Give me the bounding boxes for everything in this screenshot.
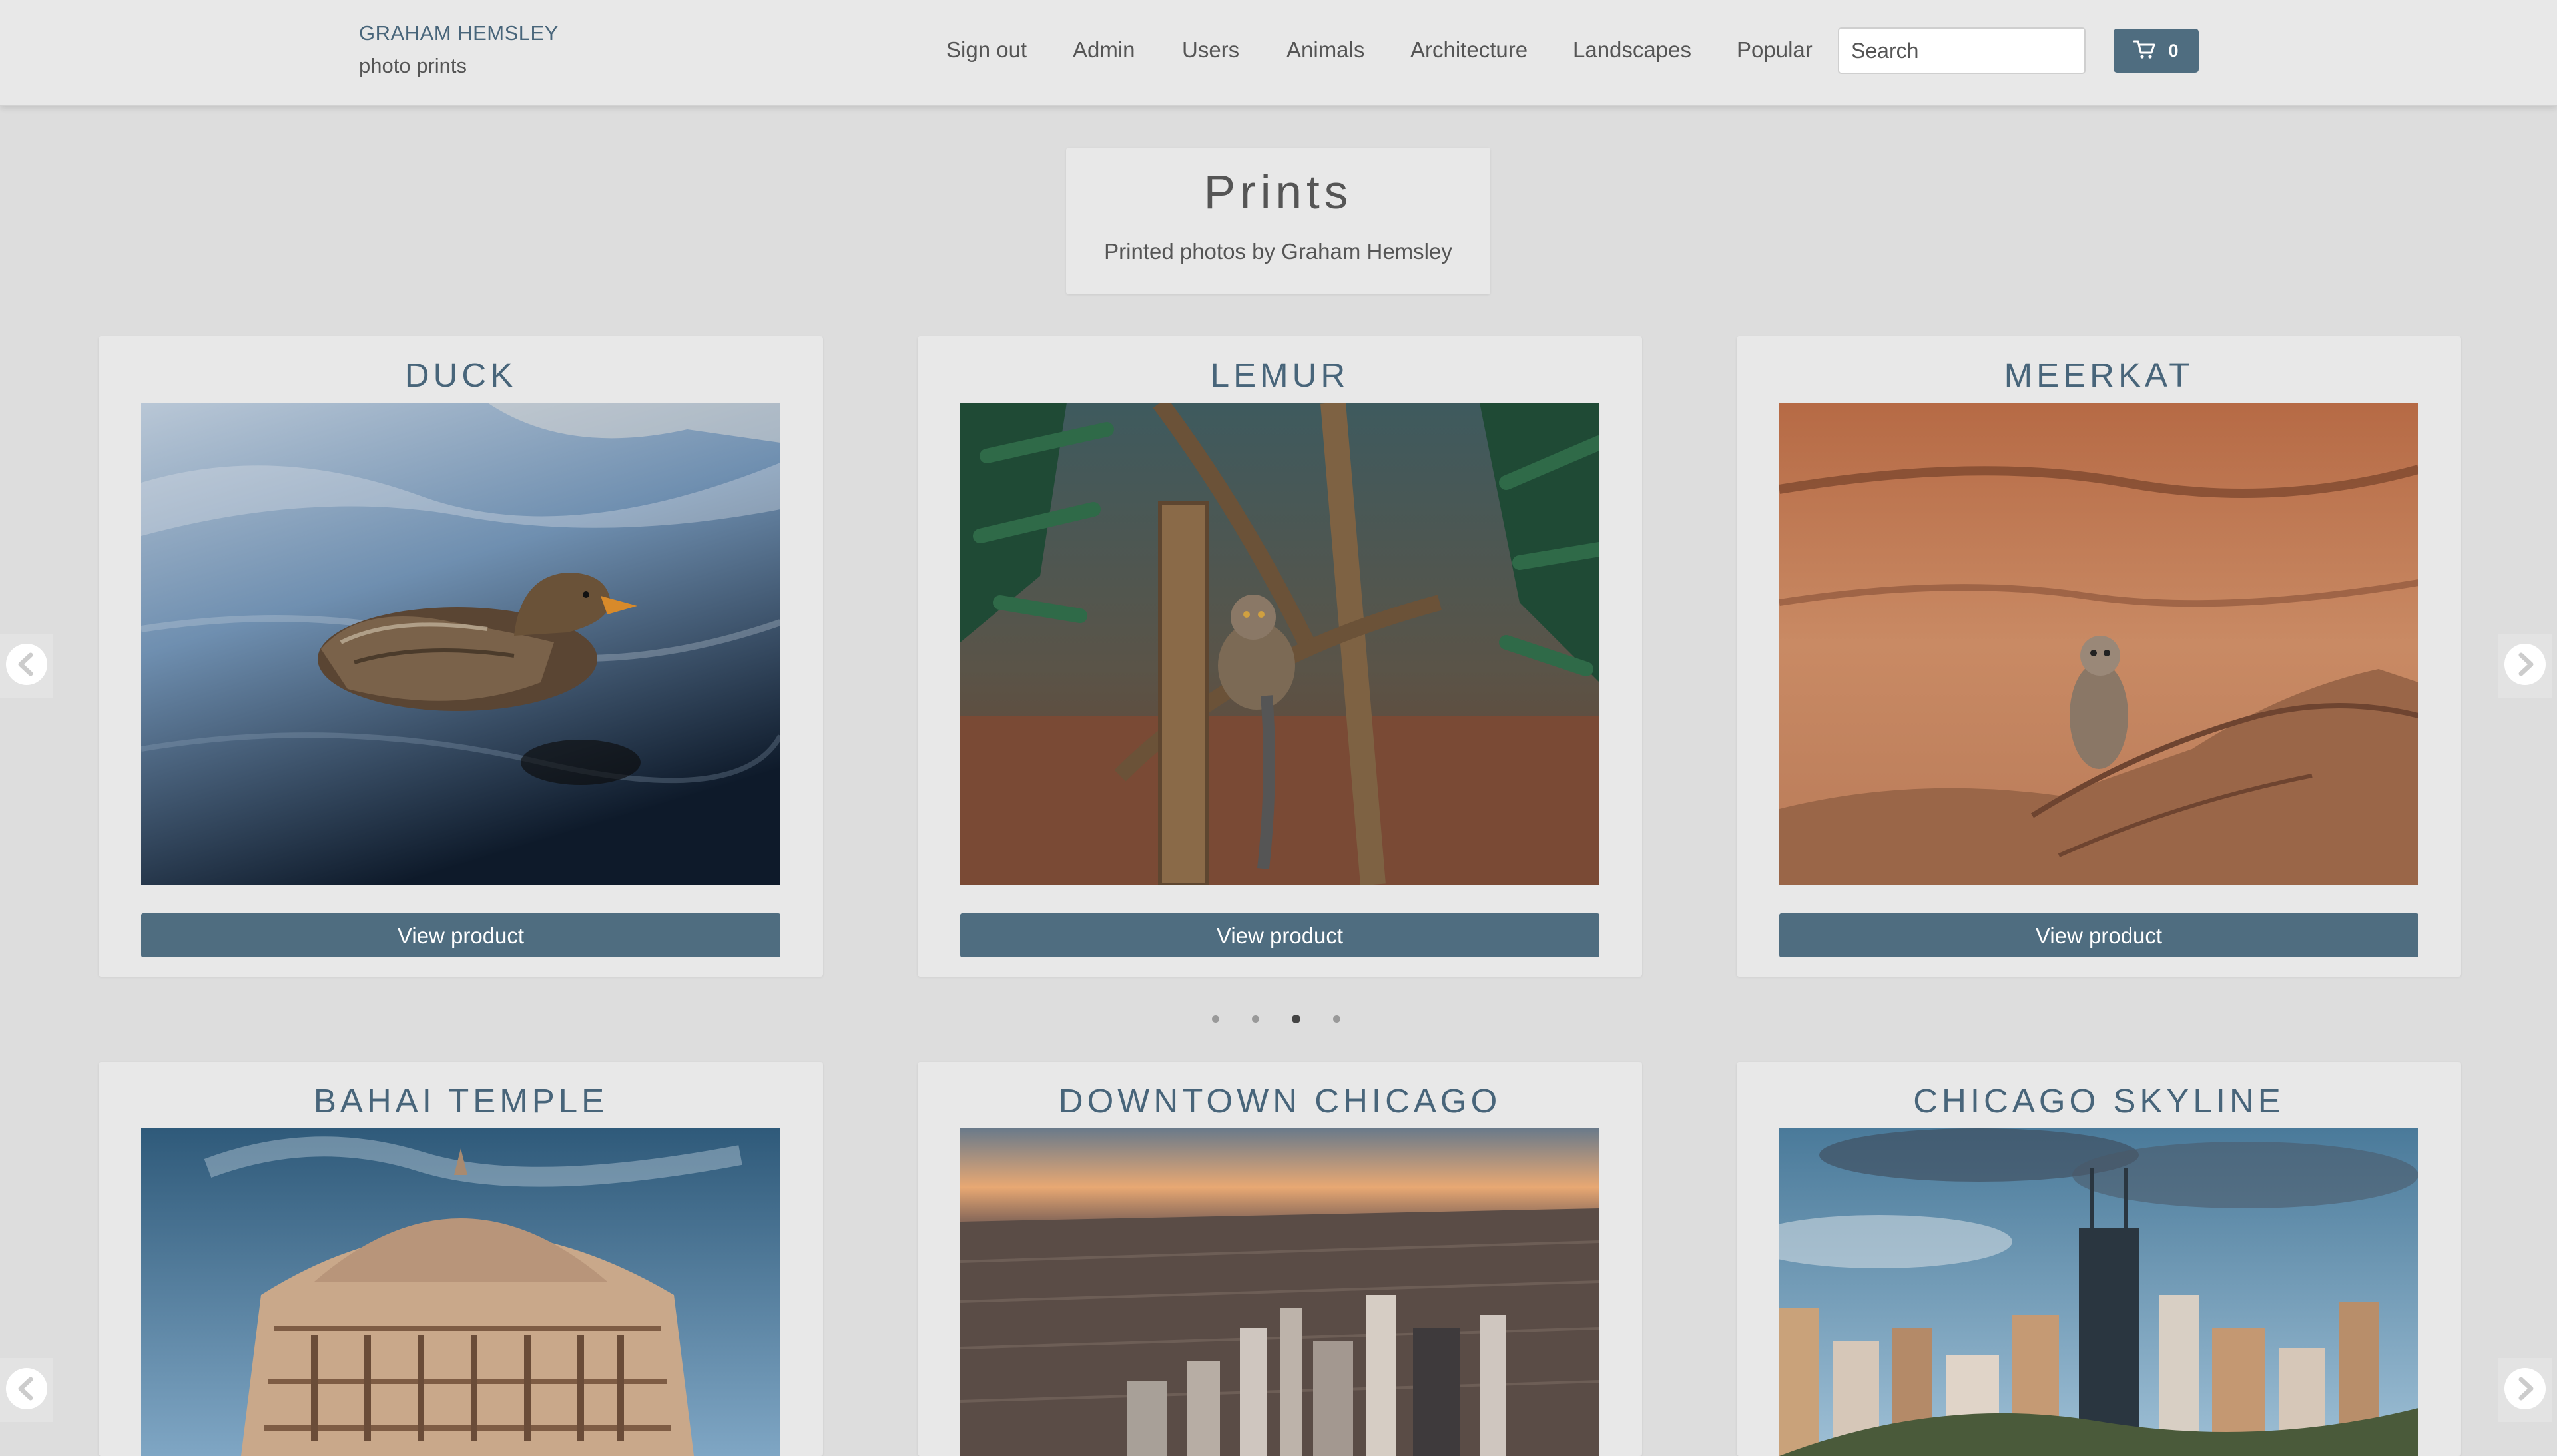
carousel-2-prev-button[interactable]: [0, 1358, 53, 1422]
brand[interactable]: GRAHAM HEMSLEY photo prints: [359, 20, 559, 79]
nav-link-architecture[interactable]: Architecture: [1410, 37, 1528, 63]
brand-tagline: photo prints: [359, 54, 467, 77]
carousel-next-button[interactable]: [2498, 634, 2552, 698]
product-card-lemur: LEMUR View product: [918, 336, 1642, 977]
view-product-button[interactable]: View product: [1779, 913, 2418, 957]
product-card-meerkat: MEERKAT View product: [1737, 336, 2461, 977]
product-image-lemur[interactable]: [960, 403, 1599, 885]
cart-icon: [2133, 39, 2156, 63]
product-image-chicago-skyline[interactable]: [1779, 1128, 2418, 1456]
nav-link-landscapes[interactable]: Landscapes: [1573, 37, 1691, 63]
cart-button[interactable]: 0: [2114, 29, 2199, 73]
product-card-bahai-temple: BAHAI TEMPLE: [99, 1062, 823, 1456]
carousel-dot-2[interactable]: [1252, 1015, 1259, 1023]
page-subtitle: Printed photos by Graham Hemsley: [1104, 239, 1452, 264]
nav-link-popular[interactable]: Popular: [1737, 37, 1813, 63]
carousel-prev-button[interactable]: [0, 634, 53, 698]
carousel-dot-4[interactable]: [1333, 1015, 1340, 1023]
carousel-2-next-button[interactable]: [2498, 1358, 2552, 1422]
product-image-downtown-chicago[interactable]: [960, 1128, 1599, 1456]
chevron-left-icon: [5, 642, 49, 690]
product-card-chicago-skyline: CHICAGO SKYLINE: [1737, 1062, 2461, 1456]
product-title: LEMUR: [1210, 356, 1350, 394]
product-image-meerkat[interactable]: [1779, 403, 2418, 885]
product-title: MEERKAT: [2004, 356, 2194, 394]
page-header: Prints Printed photos by Graham Hemsley: [1066, 148, 1490, 294]
product-image-bahai-temple[interactable]: [141, 1128, 780, 1456]
brand-name[interactable]: GRAHAM HEMSLEY: [359, 20, 559, 47]
nav-link-animals[interactable]: Animals: [1286, 37, 1364, 63]
chevron-right-icon: [2503, 642, 2547, 690]
product-title: BAHAI TEMPLE: [313, 1082, 609, 1120]
carousel-dot-3[interactable]: [1292, 1015, 1300, 1023]
page-title: Prints: [1203, 166, 1353, 219]
view-product-button[interactable]: View product: [141, 913, 780, 957]
product-card-downtown-chicago: DOWNTOWN CHICAGO: [918, 1062, 1642, 1456]
navbar: GRAHAM HEMSLEY photo prints Sign out Adm…: [0, 0, 2557, 106]
product-title: DUCK: [404, 356, 517, 394]
product-title: DOWNTOWN CHICAGO: [1058, 1082, 1502, 1120]
view-product-button[interactable]: View product: [960, 913, 1599, 957]
product-image-duck[interactable]: [141, 403, 780, 885]
chevron-right-icon: [2503, 1367, 2547, 1414]
search-input[interactable]: [1838, 27, 2086, 74]
nav-link-admin[interactable]: Admin: [1073, 37, 1135, 63]
nav-link-sign-out[interactable]: Sign out: [946, 37, 1027, 63]
chevron-left-icon: [5, 1367, 49, 1414]
product-title: CHICAGO SKYLINE: [1913, 1082, 2285, 1120]
carousel-dot-1[interactable]: [1212, 1015, 1219, 1023]
nav-link-users[interactable]: Users: [1182, 37, 1239, 63]
cart-count: 0: [2168, 40, 2179, 61]
product-card-duck: DUCK View product: [99, 336, 823, 977]
carousel-pagination: [1212, 1012, 1345, 1025]
